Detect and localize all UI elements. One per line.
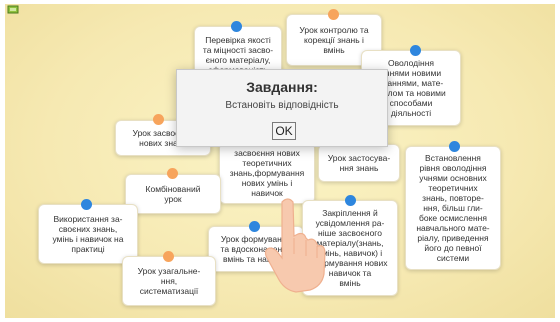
match-card[interactable]: Комбінований урок (125, 174, 221, 214)
card-text: Комбінований урок (145, 184, 201, 204)
dialog-title: Завдання: (246, 79, 318, 95)
match-card[interactable]: Урок застосува- ння знань (318, 144, 400, 182)
connector-dot[interactable] (328, 9, 339, 20)
card-text: Встановлення рівня оволодіння учнями осн… (416, 153, 490, 263)
connector-dot[interactable] (167, 168, 178, 179)
connector-dot[interactable] (81, 199, 92, 210)
match-card[interactable]: Встановлення рівня оволодіння учнями осн… (405, 146, 501, 270)
match-card[interactable]: Використання за- своєних знань, умінь і … (38, 204, 138, 264)
card-text: Урок застосува- ння знань (327, 153, 391, 173)
card-text: Урок узагальне- ння, систематизації (137, 266, 201, 296)
connector-dot[interactable] (249, 221, 260, 232)
card-text: засвоєння нових теоретичних знань,формув… (229, 148, 305, 198)
connector-dot[interactable] (410, 45, 421, 56)
app-corner-icon (7, 5, 19, 14)
activity-board: Перевірка якості та міцності засво- єног… (5, 4, 555, 318)
task-dialog: Завдання: Встановіть відповідність OK (176, 69, 388, 147)
connector-dot[interactable] (345, 195, 356, 206)
match-card[interactable]: Урок узагальне- ння, систематизації (122, 256, 216, 306)
card-text: Використання за- своєних знань, умінь і … (52, 214, 124, 254)
dialog-message: Встановіть відповідність (225, 100, 339, 111)
card-text: Урок контролю та корекції знань і вмінь (299, 25, 369, 55)
hand-pointer-icon (264, 198, 326, 293)
connector-dot[interactable] (231, 21, 242, 32)
connector-dot[interactable] (449, 141, 460, 152)
connector-dot[interactable] (153, 114, 164, 125)
connector-dot[interactable] (163, 251, 174, 262)
ok-button[interactable]: OK (272, 122, 296, 140)
